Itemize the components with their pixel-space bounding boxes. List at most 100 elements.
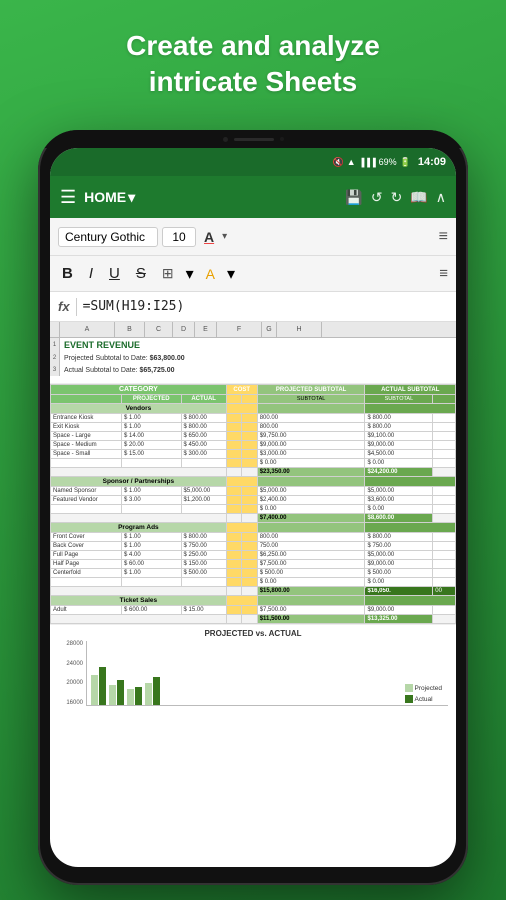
cost-cell2 <box>242 468 257 477</box>
hero-line2: intricate Sheets <box>0 64 506 100</box>
cost-cell2 <box>242 560 257 569</box>
font-size-input[interactable]: 10 <box>162 227 196 247</box>
border-dropdown[interactable]: ▾ <box>186 264 194 284</box>
cat-cell: Front Cover <box>51 533 122 542</box>
col-d[interactable]: D <box>173 322 195 337</box>
sponsors-label: Sponsor / Partnerships <box>51 477 227 487</box>
projected-subtotal-row: 2 Projected Subtotal to Date: $63,800.00 <box>50 352 456 364</box>
sub-act1: $ 800.00 <box>365 423 433 432</box>
cost-cell2 <box>242 423 257 432</box>
sub-act1: $4,500.00 <box>365 450 433 459</box>
cost-cell1 <box>226 615 241 624</box>
sub-act2 <box>433 569 456 578</box>
col-f[interactable]: F <box>217 322 262 337</box>
col-h[interactable]: H <box>277 322 322 337</box>
act-spacer <box>433 615 456 624</box>
sub-act2 <box>433 450 456 459</box>
wifi-icon: ▲ <box>347 157 356 167</box>
proj-cell: $ 1.00 <box>121 414 181 423</box>
sub-act2 <box>433 551 456 560</box>
blank-row <box>50 376 456 384</box>
bold-button[interactable]: B <box>58 263 77 284</box>
act-cell: $5,000.00 <box>181 487 226 496</box>
battery-text: 69% <box>379 157 397 167</box>
sub-act2 <box>433 496 456 505</box>
cost-cell1 <box>226 487 241 496</box>
highlight-dropdown[interactable]: ▾ <box>227 264 235 284</box>
table-row: Back Cover $ 1.00 $ 750.00 750.00 $ 750.… <box>51 542 456 551</box>
sub-act2 <box>433 423 456 432</box>
proj-cell <box>121 459 181 468</box>
camera-dot <box>223 137 228 142</box>
hamburger-icon[interactable]: ☰ <box>60 187 76 208</box>
table-row: Exit Kiosk $ 1.00 $ 800.00 800.00 $ 800.… <box>51 423 456 432</box>
sub-act2 <box>433 578 456 587</box>
collapse-icon[interactable]: ∧ <box>436 189 446 206</box>
save-icon[interactable]: 💾 <box>345 189 362 206</box>
strikethrough-button[interactable]: S <box>132 263 150 284</box>
proj-cell: $ 14.00 <box>121 432 181 441</box>
undo-icon[interactable]: ↺ <box>371 189 383 206</box>
sub-act1: $ 0.00 <box>365 459 433 468</box>
font-name-selector[interactable]: Century Gothic <box>58 227 158 247</box>
sponsors-proj <box>257 477 365 487</box>
underline-button[interactable]: U <box>105 263 124 284</box>
format-list-icon[interactable]: ≡ <box>439 265 448 282</box>
sub-act2 <box>433 606 456 615</box>
bar-actual <box>99 667 106 705</box>
home-menu-button[interactable]: HOME ▾ <box>84 189 135 206</box>
cat-cell <box>51 459 122 468</box>
projected-col-header: PROJECTED <box>121 395 181 404</box>
row-num2: 2 <box>50 352 60 364</box>
proj-cell: $ 1.00 <box>121 542 181 551</box>
bar-actual <box>153 677 160 705</box>
subtotal-spacer <box>51 587 227 596</box>
font-underline-button[interactable]: A <box>200 227 218 247</box>
vendors-proj <box>257 404 365 414</box>
sub-proj: $6,250.00 <box>257 551 365 560</box>
col-a[interactable]: A <box>60 322 115 337</box>
sub-proj: 800.00 <box>257 414 365 423</box>
sub-act1: $ 0.00 <box>365 578 433 587</box>
font-color-dropdown[interactable]: ▾ <box>222 231 227 242</box>
y-label: 16000 <box>58 700 83 706</box>
border-button[interactable]: ⊞ <box>158 263 178 284</box>
sub-proj: $9,000.00 <box>257 441 365 450</box>
formula-input[interactable]: =SUM(H19:I25) <box>83 299 185 314</box>
program-ads-cost <box>226 523 257 533</box>
sub-act1: $5,000.00 <box>365 551 433 560</box>
y-label: 20000 <box>58 680 83 686</box>
highlight-button[interactable]: A <box>202 264 219 284</box>
act-cell: $ 500.00 <box>181 569 226 578</box>
cat-cell: Back Cover <box>51 542 122 551</box>
col-c[interactable]: C <box>145 322 173 337</box>
data-table: CATEGORY COST PROJECTED SUBTOTAL ACTUAL … <box>50 384 456 624</box>
cat-cell: Full Page <box>51 551 122 560</box>
sub-act2 <box>433 487 456 496</box>
sponsors-act <box>365 477 456 487</box>
act-cell: $ 750.00 <box>181 542 226 551</box>
cat-cell: Adult <box>51 606 122 615</box>
book-icon[interactable]: 📖 <box>410 189 427 206</box>
italic-button[interactable]: I <box>85 263 97 284</box>
subtotal-spacer <box>51 468 227 477</box>
act-cell: $ 15.00 <box>181 606 226 615</box>
act-sub-spacer1: SUBTOTAL <box>365 395 433 404</box>
col-g[interactable]: G <box>262 322 277 337</box>
cost-cell2 <box>242 450 257 459</box>
projected-subtotal-header: PROJECTED SUBTOTAL <box>257 385 365 395</box>
cost-cell1 <box>226 423 241 432</box>
redo-icon[interactable]: ↻ <box>391 189 403 206</box>
sub-proj: $ 0.00 <box>257 578 365 587</box>
cat-cell <box>51 578 122 587</box>
table-row: Space - Large $ 14.00 $ 650.00 $9,750.00… <box>51 432 456 441</box>
cost-cell2 <box>242 487 257 496</box>
text-align-icon[interactable]: ≡ <box>439 228 448 246</box>
legend-projected: Projected <box>405 684 442 692</box>
col-e[interactable]: E <box>195 322 217 337</box>
mute-icon: 🔇 <box>332 157 343 168</box>
cost-cell1 <box>226 414 241 423</box>
act-cell: $ 800.00 <box>181 423 226 432</box>
sensor-dot <box>280 137 284 141</box>
col-b[interactable]: B <box>115 322 145 337</box>
